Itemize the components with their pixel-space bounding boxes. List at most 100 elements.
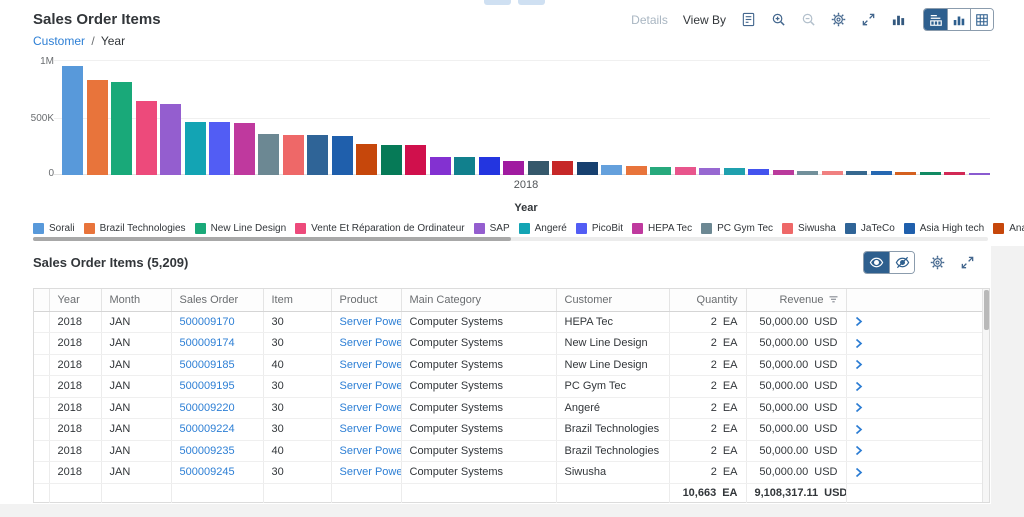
- cell-sales-order[interactable]: 500009224: [170, 418, 263, 441]
- sales-order-link[interactable]: 500009224: [180, 423, 235, 435]
- col-item[interactable]: Item: [262, 289, 331, 312]
- legend-item[interactable]: Sorali: [33, 222, 75, 234]
- row-select-cell[interactable]: [34, 397, 49, 419]
- cell-sales-order[interactable]: 500009185: [170, 354, 263, 376]
- col-year[interactable]: Year: [48, 289, 101, 312]
- bar[interactable]: [895, 171, 916, 175]
- show-details-button[interactable]: [864, 252, 889, 273]
- cell-product[interactable]: Server Powe...: [330, 397, 402, 419]
- bar[interactable]: [478, 157, 500, 175]
- legend-item[interactable]: PC Gym Tec: [701, 222, 773, 234]
- cell-product[interactable]: Server Powe...: [330, 354, 402, 376]
- zoom-in-icon[interactable]: [771, 12, 786, 27]
- row-select-cell[interactable]: [34, 311, 49, 333]
- sales-order-link[interactable]: 500009245: [180, 466, 235, 478]
- chart-table-view-button[interactable]: [924, 9, 947, 30]
- product-link[interactable]: Server Powe...: [340, 402, 402, 414]
- product-link[interactable]: Server Powe...: [340, 337, 402, 349]
- product-link[interactable]: Server Powe...: [340, 423, 402, 435]
- row-nav-cell[interactable]: [845, 311, 983, 333]
- bar[interactable]: [576, 161, 598, 175]
- bar[interactable]: [331, 135, 353, 175]
- details-button[interactable]: Details: [631, 13, 668, 27]
- table-row[interactable]: 2018 JAN 500009224 30 Server Powe... Com…: [34, 418, 983, 441]
- zoom-out-icon[interactable]: [801, 12, 816, 27]
- cell-product[interactable]: Server Powe...: [330, 332, 402, 355]
- product-link[interactable]: Server Powe...: [340, 445, 402, 457]
- sales-order-link[interactable]: 500009174: [180, 337, 235, 349]
- table-row[interactable]: 2018 JAN 500009195 30 Server Powe... Com…: [34, 375, 983, 398]
- cell-sales-order[interactable]: 500009235: [170, 440, 263, 462]
- table-view-button[interactable]: [970, 9, 993, 30]
- bar[interactable]: [135, 101, 157, 175]
- col-product[interactable]: Product: [330, 289, 401, 312]
- cell-sales-order[interactable]: 500009195: [170, 375, 263, 398]
- legend-item[interactable]: SAP: [473, 222, 510, 234]
- cell-product[interactable]: Server Powe...: [330, 418, 402, 441]
- bar[interactable]: [870, 171, 892, 175]
- table-row[interactable]: 2018 JAN 500009220 30 Server Powe... Com…: [34, 397, 983, 419]
- bar[interactable]: [184, 122, 206, 175]
- legend-item[interactable]: Anav Ideon: [993, 222, 1024, 234]
- hide-details-button[interactable]: [889, 252, 914, 273]
- cell-product[interactable]: Server Powe...: [330, 440, 402, 462]
- bar[interactable]: [944, 171, 965, 175]
- cell-product[interactable]: Server Powe...: [330, 375, 402, 398]
- bar[interactable]: [821, 171, 843, 175]
- sales-order-link[interactable]: 500009195: [180, 380, 235, 392]
- cut-off-button[interactable]: [518, 0, 545, 5]
- legend-item[interactable]: JaTeCo: [844, 222, 895, 234]
- bar[interactable]: [797, 170, 818, 175]
- bar[interactable]: [429, 156, 451, 175]
- bar[interactable]: [601, 165, 622, 175]
- row-nav-cell[interactable]: [845, 397, 983, 419]
- cell-sales-order[interactable]: 500009220: [170, 397, 263, 419]
- product-link[interactable]: Server Powe...: [340, 466, 402, 478]
- breadcrumb-customer[interactable]: Customer: [33, 34, 85, 48]
- col-sales-order[interactable]: Sales Order: [170, 289, 263, 312]
- legend-item[interactable]: Vente Et Réparation de Ordinateur: [295, 222, 465, 234]
- bar[interactable]: [919, 171, 941, 175]
- cell-sales-order[interactable]: 500009174: [170, 332, 263, 355]
- bar[interactable]: [282, 134, 304, 175]
- cell-sales-order[interactable]: 500009170: [170, 311, 263, 333]
- legend-scrollbar[interactable]: [33, 237, 988, 241]
- product-link[interactable]: Server Powe...: [340, 316, 402, 328]
- row-select-cell[interactable]: [34, 354, 49, 376]
- bar[interactable]: [405, 145, 426, 175]
- bar[interactable]: [772, 170, 794, 175]
- bar[interactable]: [258, 133, 279, 175]
- table-settings-gear-icon[interactable]: [930, 255, 945, 270]
- cell-product[interactable]: Server Powe...: [330, 311, 402, 333]
- bar[interactable]: [503, 160, 524, 175]
- table-scrollbar-thumb[interactable]: [984, 290, 989, 330]
- bar[interactable]: [625, 166, 647, 175]
- legend-item[interactable]: Asia High tech: [903, 222, 984, 234]
- bar[interactable]: [846, 171, 867, 175]
- legend-item[interactable]: Angeré: [518, 222, 567, 234]
- bar[interactable]: [233, 123, 255, 175]
- product-link[interactable]: Server Powe...: [340, 380, 402, 392]
- table-row[interactable]: 2018 JAN 500009235 40 Server Powe... Com…: [34, 440, 983, 462]
- col-revenue[interactable]: Revenue: [745, 289, 846, 312]
- bar[interactable]: [307, 135, 328, 175]
- product-link[interactable]: Server Powe...: [340, 359, 402, 371]
- cut-off-button[interactable]: [484, 0, 511, 5]
- bar[interactable]: [527, 161, 549, 175]
- col-month[interactable]: Month: [100, 289, 171, 312]
- sales-order-link[interactable]: 500009170: [180, 316, 235, 328]
- row-nav-cell[interactable]: [845, 375, 983, 398]
- legend-item[interactable]: Brazil Technologies: [83, 222, 186, 234]
- bar[interactable]: [356, 144, 377, 175]
- row-nav-cell[interactable]: [845, 418, 983, 441]
- bar[interactable]: [454, 156, 475, 175]
- legend-item[interactable]: HEPA Tec: [632, 222, 692, 234]
- fullscreen-icon[interactable]: [861, 12, 876, 27]
- row-nav-cell[interactable]: [845, 461, 983, 484]
- sales-order-link[interactable]: 500009185: [180, 359, 235, 371]
- sales-order-link[interactable]: 500009220: [180, 402, 235, 414]
- bar[interactable]: [674, 167, 696, 175]
- bar[interactable]: [86, 79, 108, 175]
- col-main-category[interactable]: Main Category: [400, 289, 556, 312]
- bar[interactable]: [209, 122, 230, 175]
